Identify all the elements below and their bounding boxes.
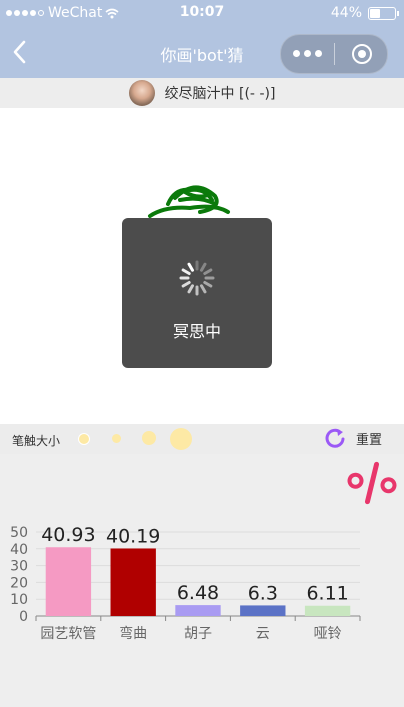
spinner-segment (187, 284, 195, 294)
y-tick-label: 30 (10, 559, 28, 575)
bar-value-label: 6.3 (248, 582, 278, 604)
loading-text: 冥思中 (172, 322, 221, 341)
y-tick-label: 10 (10, 592, 28, 608)
status-bar: WeChat 10:07 44% (0, 0, 404, 26)
chart-bar (240, 605, 286, 616)
chart-bar (45, 547, 92, 616)
brush-size-small[interactable] (78, 433, 90, 445)
bar-value-label: 6.11 (306, 583, 348, 605)
results-bar-chart: 01020304050 40.93 园艺软管 40.19 弯曲 6.48 胡子 6.3 云 6.1… (10, 524, 361, 642)
percent-icon (347, 461, 397, 505)
brush-size-medium[interactable] (112, 434, 121, 443)
spinner-segment (200, 284, 207, 294)
x-tick-label: 弯曲 (119, 625, 147, 642)
x-tick-label: 胡子 (184, 626, 212, 642)
reset-label: 重置 (356, 432, 383, 448)
x-tick-label: 云 (256, 626, 270, 642)
spinner-segment (203, 281, 213, 288)
more-options-icon[interactable] (293, 50, 322, 57)
brush-size-xlarge[interactable] (170, 428, 192, 450)
bar-value-label: 40.19 (106, 525, 160, 547)
nav-bar: 你画'bot'猜 (0, 26, 404, 78)
brush-size-large[interactable] (142, 431, 156, 445)
y-tick-label: 20 (10, 575, 28, 591)
status-right: 44% (330, 5, 399, 21)
battery-percent: 44% (330, 5, 362, 21)
chart-bar (304, 605, 351, 616)
y-tick-label: 50 (10, 525, 28, 541)
y-tick-label: 40 (10, 542, 28, 558)
spinner-segment (181, 268, 191, 275)
spinner-segment (181, 281, 191, 288)
capsule-menu (280, 34, 388, 74)
reset-button[interactable]: 重置 (324, 427, 382, 449)
chart-bar (175, 605, 221, 616)
loading-toast: 冥思中 (122, 218, 272, 368)
refresh-icon (325, 428, 345, 448)
thinking-text: 绞尽脑汁中 [(- -)] (164, 86, 276, 102)
avatar (128, 80, 155, 106)
x-tick-label: 哑铃 (314, 626, 342, 642)
brush-size-label: 笔触大小 (12, 434, 61, 448)
battery-level (370, 8, 380, 18)
spinner-segment (200, 262, 207, 272)
bar-value-label: 40.93 (41, 524, 95, 546)
spinner-segment (203, 268, 213, 275)
close-miniprogram-icon[interactable] (351, 43, 373, 65)
loading-spinner-icon (179, 260, 215, 296)
chart-bar (110, 548, 156, 616)
y-tick-label: 0 (19, 609, 28, 625)
capsule-divider (334, 43, 335, 65)
bar-value-label: 6.48 (177, 582, 219, 604)
spinner-segment (187, 262, 194, 272)
thinking-bar: 绞尽脑汁中 [(- -)] (0, 78, 404, 108)
x-tick-label: 园艺软管 (40, 626, 96, 642)
battery-icon (368, 6, 399, 20)
brush-toolbar: 笔触大小 重置 (0, 424, 404, 454)
